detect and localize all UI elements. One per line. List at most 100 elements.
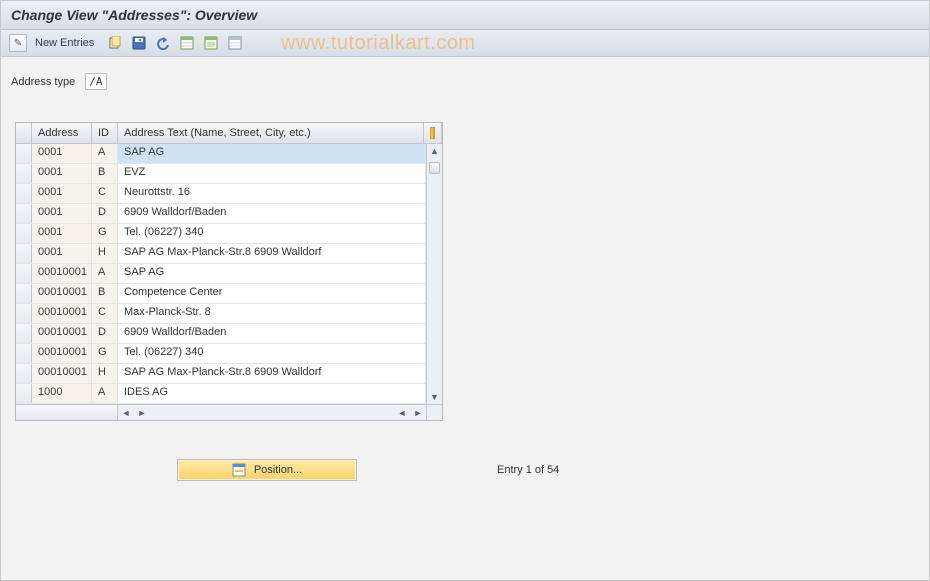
- cell-address[interactable]: 0001: [32, 184, 92, 203]
- toggle-edit-icon[interactable]: [9, 34, 27, 52]
- table-row[interactable]: 00010001BCompetence Center: [16, 284, 426, 304]
- cell-address[interactable]: 0001: [32, 224, 92, 243]
- position-button[interactable]: Position...: [177, 459, 357, 481]
- scroll-left-far-icon[interactable]: ◄: [396, 408, 408, 418]
- row-selector[interactable]: [16, 144, 32, 163]
- cell-address[interactable]: 00010001: [32, 264, 92, 283]
- vertical-scrollbar[interactable]: ▲ ▼: [426, 144, 442, 404]
- row-selector[interactable]: [16, 244, 32, 263]
- cell-address-text[interactable]: SAP AG Max-Planck-Str.8 6909 Walldorf: [118, 364, 426, 383]
- row-selector[interactable]: [16, 324, 32, 343]
- cell-id[interactable]: A: [92, 264, 118, 283]
- cell-address-text[interactable]: 6909 Walldorf/Baden: [118, 324, 426, 343]
- cell-address[interactable]: 00010001: [32, 304, 92, 323]
- cell-id[interactable]: A: [92, 144, 118, 163]
- table-row[interactable]: 0001GTel. (06227) 340: [16, 224, 426, 244]
- table-row[interactable]: 1000AIDES AG: [16, 384, 426, 404]
- configure-columns-icon[interactable]: [424, 123, 442, 143]
- cell-address[interactable]: 0001: [32, 204, 92, 223]
- scroll-right-icon[interactable]: ►: [412, 408, 424, 418]
- table-row[interactable]: 00010001D6909 Walldorf/Baden: [16, 324, 426, 344]
- footer: Position... Entry 1 of 54: [1, 459, 929, 481]
- row-selector[interactable]: [16, 364, 32, 383]
- position-button-label: Position...: [254, 464, 302, 476]
- cell-id[interactable]: D: [92, 324, 118, 343]
- row-selector[interactable]: [16, 284, 32, 303]
- cell-id[interactable]: C: [92, 304, 118, 323]
- row-selector-header[interactable]: [16, 123, 32, 143]
- table-row[interactable]: 00010001GTel. (06227) 340: [16, 344, 426, 364]
- scroll-up-icon[interactable]: ▲: [427, 144, 442, 158]
- cell-address-text[interactable]: SAP AG: [118, 144, 426, 163]
- table-row[interactable]: 00010001ASAP AG: [16, 264, 426, 284]
- select-all-icon[interactable]: [178, 34, 196, 52]
- cell-address[interactable]: 00010001: [32, 364, 92, 383]
- cell-address-text[interactable]: Tel. (06227) 340: [118, 224, 426, 243]
- deselect-all-icon[interactable]: [226, 34, 244, 52]
- cell-address-text[interactable]: Neurottstr. 16: [118, 184, 426, 203]
- copy-as-icon[interactable]: [106, 34, 124, 52]
- address-type-value[interactable]: /A: [85, 73, 107, 90]
- table-row[interactable]: 00010001CMax-Planck-Str. 8: [16, 304, 426, 324]
- scroll-thumb[interactable]: [429, 162, 440, 174]
- table-row[interactable]: 0001D6909 Walldorf/Baden: [16, 204, 426, 224]
- address-type-field: Address type /A: [1, 57, 929, 98]
- undo-change-icon[interactable]: [154, 34, 172, 52]
- page-title: Change View "Addresses": Overview: [1, 1, 929, 30]
- address-type-label: Address type: [11, 76, 75, 88]
- cell-address-text[interactable]: Competence Center: [118, 284, 426, 303]
- row-selector[interactable]: [16, 304, 32, 323]
- cell-id[interactable]: G: [92, 224, 118, 243]
- col-header-text[interactable]: Address Text (Name, Street, City, etc.): [118, 123, 424, 143]
- cell-id[interactable]: A: [92, 384, 118, 403]
- cell-id[interactable]: B: [92, 284, 118, 303]
- position-icon: [232, 463, 246, 477]
- row-selector[interactable]: [16, 384, 32, 403]
- cell-id[interactable]: G: [92, 344, 118, 363]
- cell-id[interactable]: H: [92, 244, 118, 263]
- horizontal-scrollbar[interactable]: ◄ ► ◄ ►: [16, 404, 442, 420]
- cell-address[interactable]: 00010001: [32, 324, 92, 343]
- scroll-left-icon[interactable]: ◄: [120, 408, 132, 418]
- cell-address-text[interactable]: Max-Planck-Str. 8: [118, 304, 426, 323]
- new-entries-button[interactable]: New Entries: [33, 37, 100, 49]
- cell-address[interactable]: 1000: [32, 384, 92, 403]
- row-selector[interactable]: [16, 204, 32, 223]
- table-row[interactable]: 0001ASAP AG: [16, 144, 426, 164]
- cell-id[interactable]: D: [92, 204, 118, 223]
- cell-id[interactable]: B: [92, 164, 118, 183]
- row-selector[interactable]: [16, 344, 32, 363]
- table-body: 0001ASAP AG0001BEVZ0001CNeurottstr. 1600…: [16, 144, 426, 404]
- cell-address-text[interactable]: 6909 Walldorf/Baden: [118, 204, 426, 223]
- cell-address-text[interactable]: SAP AG Max-Planck-Str.8 6909 Walldorf: [118, 244, 426, 263]
- select-block-icon[interactable]: [202, 34, 220, 52]
- col-header-address[interactable]: Address: [32, 123, 92, 143]
- scroll-right-near-icon[interactable]: ►: [136, 408, 148, 418]
- row-selector[interactable]: [16, 164, 32, 183]
- col-header-id[interactable]: ID: [92, 123, 118, 143]
- cell-address[interactable]: 00010001: [32, 344, 92, 363]
- cell-id[interactable]: H: [92, 364, 118, 383]
- delete-icon[interactable]: [130, 34, 148, 52]
- table-row[interactable]: 0001BEVZ: [16, 164, 426, 184]
- table-row[interactable]: 00010001HSAP AG Max-Planck-Str.8 6909 Wa…: [16, 364, 426, 384]
- cell-address-text[interactable]: IDES AG: [118, 384, 426, 403]
- cell-address-text[interactable]: Tel. (06227) 340: [118, 344, 426, 363]
- sap-window: Change View "Addresses": Overview New En…: [0, 0, 930, 581]
- table-header: Address ID Address Text (Name, Street, C…: [16, 123, 442, 144]
- row-selector[interactable]: [16, 264, 32, 283]
- table-row[interactable]: 0001HSAP AG Max-Planck-Str.8 6909 Walldo…: [16, 244, 426, 264]
- cell-address-text[interactable]: SAP AG: [118, 264, 426, 283]
- cell-address[interactable]: 0001: [32, 164, 92, 183]
- cell-id[interactable]: C: [92, 184, 118, 203]
- cell-address[interactable]: 00010001: [32, 284, 92, 303]
- row-selector[interactable]: [16, 184, 32, 203]
- row-selector[interactable]: [16, 224, 32, 243]
- cell-address[interactable]: 0001: [32, 244, 92, 263]
- cell-address-text[interactable]: EVZ: [118, 164, 426, 183]
- table-row[interactable]: 0001CNeurottstr. 16: [16, 184, 426, 204]
- scroll-track[interactable]: [427, 158, 442, 390]
- cell-address[interactable]: 0001: [32, 144, 92, 163]
- scroll-down-icon[interactable]: ▼: [427, 390, 442, 404]
- entry-counter: Entry 1 of 54: [497, 464, 559, 476]
